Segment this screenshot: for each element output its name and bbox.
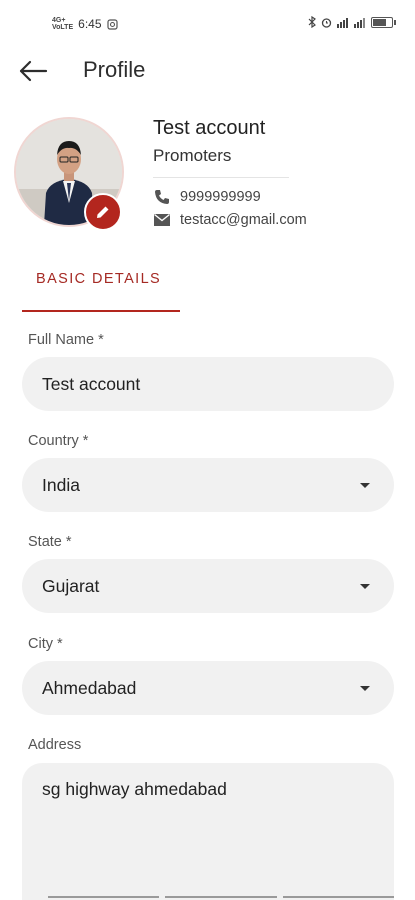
state-select[interactable]: Gujarat xyxy=(22,559,394,613)
profile-role: Promoters xyxy=(153,146,232,165)
status-left: 4G+ VoLTE 6:45 xyxy=(52,17,118,31)
status-bar: 4G+ VoLTE 6:45 xyxy=(0,0,415,46)
address-value: sg highway ahmedabad xyxy=(42,779,227,799)
status-right xyxy=(308,16,396,28)
contact-email-row: testacc@gmail.com xyxy=(153,212,307,228)
country-select[interactable]: India xyxy=(22,458,394,512)
profile-divider xyxy=(153,177,289,178)
mail-icon xyxy=(154,213,170,226)
underline-segment xyxy=(165,896,277,898)
address-textarea[interactable]: sg highway ahmedabad xyxy=(22,763,394,900)
camera-notification-icon xyxy=(106,18,118,30)
tab-basic-details[interactable]: BASIC DETAILS xyxy=(22,260,180,312)
back-button[interactable] xyxy=(14,54,52,88)
page-title: Profile xyxy=(83,57,146,82)
address-label: Address xyxy=(28,737,82,753)
network-indicator: 4G+ VoLTE xyxy=(52,17,74,31)
signal-icon xyxy=(337,17,348,28)
full-name-input[interactable]: Test account xyxy=(22,357,394,411)
full-name-value: Test account xyxy=(42,373,141,394)
bluetooth-icon xyxy=(308,16,316,28)
textarea-underline xyxy=(48,896,394,898)
underline-segment xyxy=(48,896,160,898)
tab-basic-details-label: BASIC DETAILS xyxy=(36,271,162,287)
phone-icon xyxy=(155,190,169,204)
alarm-icon xyxy=(321,17,332,28)
city-value: Ahmedabad xyxy=(42,677,137,698)
underline-segment xyxy=(282,896,394,898)
country-value: India xyxy=(42,474,80,495)
full-name-label: Full Name * xyxy=(28,332,104,348)
country-label: Country * xyxy=(28,433,89,449)
state-label: State * xyxy=(28,534,72,550)
arrow-left-icon xyxy=(19,60,48,82)
dropdown-arrow-icon xyxy=(360,583,370,589)
avatar-container xyxy=(14,117,124,231)
contact-phone: 9999999999 xyxy=(180,189,261,205)
signal-icon-2 xyxy=(354,17,365,28)
contact-email: testacc@gmail.com xyxy=(180,212,307,228)
status-time: 6:45 xyxy=(78,17,102,31)
pencil-icon xyxy=(97,206,109,218)
dropdown-arrow-icon xyxy=(360,482,370,488)
state-value: Gujarat xyxy=(42,575,100,596)
battery-icon xyxy=(371,16,396,28)
city-label: City * xyxy=(28,636,63,652)
profile-name: Test account xyxy=(153,117,266,139)
tab-active-indicator xyxy=(22,310,180,312)
edit-avatar-button[interactable] xyxy=(84,193,122,231)
app-header: Profile xyxy=(0,46,415,96)
city-select[interactable]: Ahmedabad xyxy=(22,661,394,715)
contact-phone-row: 9999999999 xyxy=(153,189,261,205)
dropdown-arrow-icon xyxy=(360,685,370,691)
